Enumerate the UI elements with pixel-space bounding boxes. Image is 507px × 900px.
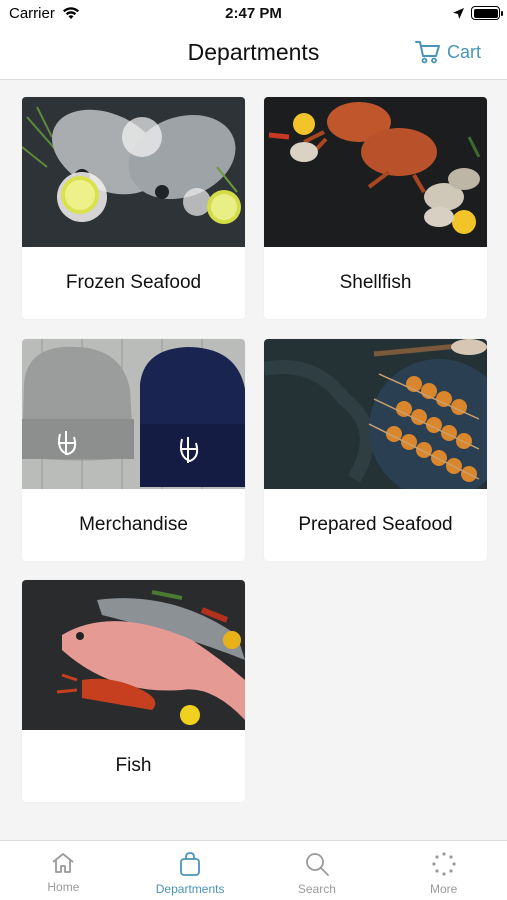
department-label: Merchandise [79,514,188,535]
tab-label: Departments [155,882,225,896]
merchandise-image [22,339,245,489]
cart-icon [414,41,440,64]
nav-bar: Departments Cart [0,28,507,80]
frozen-seafood-image [22,97,245,247]
tab-home[interactable]: Home [0,841,127,900]
status-time: 2:47 PM [225,5,282,22]
cart-button[interactable]: Cart [414,40,481,64]
department-card-frozen-seafood[interactable]: Frozen Seafood [22,97,245,319]
tab-label: More [429,882,458,896]
department-label: Prepared Seafood [298,514,453,535]
tab-bar: Home Departments Search More [0,840,507,900]
department-card-fish[interactable]: Fish [22,580,245,802]
shellfish-image [264,97,487,247]
tab-label: Search [297,882,336,896]
department-card-shellfish[interactable]: Shellfish [264,97,487,319]
tab-label: Home [47,880,80,894]
cart-label: Cart [446,41,481,62]
more-icon [432,852,456,876]
home-icon [52,853,74,873]
department-card-merchandise[interactable]: Merchandise [22,339,245,561]
department-card-prepared-seafood[interactable]: Prepared Seafood [264,339,487,561]
search-icon [305,853,329,876]
bag-icon [180,852,201,876]
department-label: Shellfish [339,272,412,293]
department-label: Frozen Seafood [65,272,202,293]
tab-departments[interactable]: Departments [127,841,254,900]
tab-more[interactable]: More [380,841,507,900]
tab-search[interactable]: Search [254,841,381,900]
department-label: Fish [115,755,152,776]
fish-image [22,580,245,730]
location-arrow-icon [453,8,464,19]
prepared-seafood-image [264,339,487,489]
status-bar: Carrier 2:47 PM [0,0,507,28]
battery-icon [471,6,503,20]
